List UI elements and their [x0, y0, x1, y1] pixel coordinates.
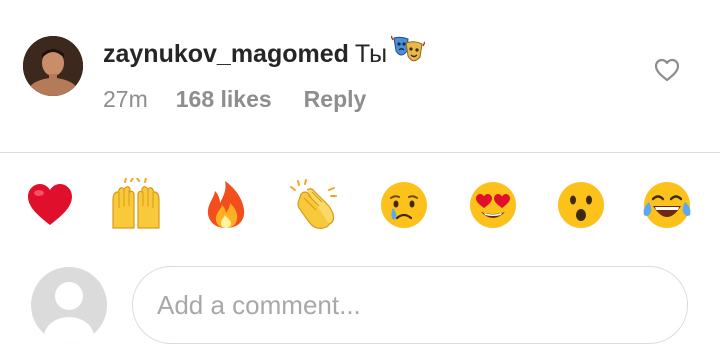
comment-item: zaynukov_magomed Ты 27m 168 likes Reply: [0, 0, 720, 152]
comment-input[interactable]: [132, 266, 688, 344]
quick-reaction-bar: [0, 178, 720, 238]
timestamp: 27m: [103, 86, 148, 112]
clapping-hands-icon[interactable]: [289, 178, 343, 232]
surprised-face-icon[interactable]: [554, 178, 608, 232]
red-heart-icon[interactable]: [23, 178, 77, 232]
comment-thread-view: zaynukov_magomed Ты 27m 168 likes Reply: [0, 0, 720, 364]
crying-face-icon[interactable]: [377, 178, 431, 232]
comment-text: Ты: [354, 40, 388, 68]
tears-of-joy-face-icon[interactable]: [640, 178, 694, 232]
performing-arts-masks-icon: [390, 34, 426, 77]
raising-hands-icon[interactable]: [109, 178, 163, 232]
like-heart-icon[interactable]: [653, 57, 681, 83]
divider: [0, 152, 720, 153]
comment-meta: 27m 168 likes Reply: [103, 84, 366, 114]
current-user-avatar: [31, 267, 107, 343]
default-avatar-icon: [44, 282, 94, 343]
username-link[interactable]: zaynukov_magomed: [103, 40, 349, 68]
user-photo: [23, 36, 83, 96]
comment-body: zaynukov_magomed Ты: [103, 34, 426, 77]
fire-icon[interactable]: [199, 178, 253, 232]
likes-count[interactable]: 168 likes: [176, 86, 272, 112]
heart-eyes-face-icon[interactable]: [466, 178, 520, 232]
avatar[interactable]: [23, 36, 83, 96]
reply-button[interactable]: Reply: [304, 86, 367, 112]
